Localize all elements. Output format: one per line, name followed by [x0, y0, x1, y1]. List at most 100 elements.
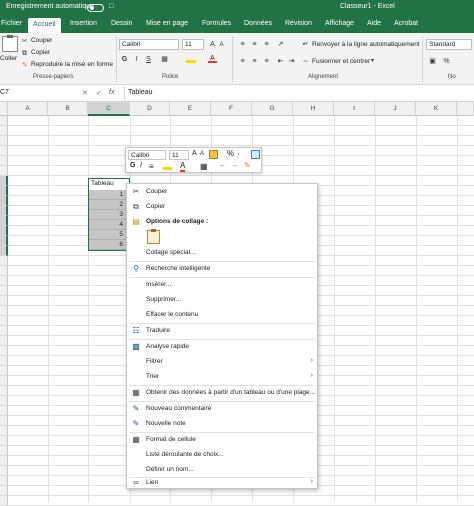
column-header[interactable]: K — [416, 102, 457, 116]
column-header[interactable]: F — [211, 102, 252, 116]
row-header[interactable] — [0, 306, 8, 316]
percent-icon[interactable]: % — [442, 57, 451, 66]
format-painter-button[interactable]: Reproduire la mise en forme — [31, 61, 113, 68]
row-header[interactable] — [0, 496, 8, 506]
row-header[interactable] — [0, 476, 8, 486]
autosave-toggle[interactable] — [87, 4, 104, 12]
fx-icon[interactable]: fx — [109, 89, 114, 96]
font-color-icon[interactable]: A — [180, 161, 186, 172]
row-header[interactable] — [0, 276, 8, 286]
tab-fichier[interactable]: Fichier — [1, 20, 22, 27]
row-header[interactable] — [0, 456, 8, 466]
fill-color-icon[interactable] — [163, 163, 172, 170]
formula-cancel-icon[interactable]: ✕ — [82, 89, 88, 97]
format-painter-icon[interactable]: ✎ — [244, 161, 251, 170]
row-header[interactable] — [0, 326, 8, 336]
row-header[interactable] — [0, 366, 8, 376]
align-left-icon[interactable]: ≡ — [238, 57, 247, 66]
formula-confirm-icon[interactable]: ✓ — [96, 89, 102, 97]
column-header[interactable]: C — [88, 102, 130, 116]
number-format-box[interactable]: Standard — [426, 39, 472, 50]
borders-icon[interactable]: ▦ — [200, 162, 208, 171]
row-header[interactable] — [0, 246, 8, 256]
menu-item-new-note[interactable]: ✎ Nouvelle note — [127, 417, 317, 431]
font-color-icon[interactable]: A — [208, 54, 217, 63]
mini-font-name[interactable]: Calibri — [128, 150, 166, 160]
align-center-icon[interactable]: ≡ — [250, 57, 259, 66]
row-header[interactable] — [0, 466, 8, 476]
currency-format-icon[interactable] — [209, 150, 218, 159]
column-header[interactable]: E — [170, 102, 211, 116]
menu-item-dropdown-list[interactable]: Liste déroulante de choix... — [127, 448, 317, 462]
row-header[interactable] — [0, 116, 8, 126]
menu-item-insert[interactable]: Insérer... — [127, 278, 317, 292]
row-header[interactable] — [0, 256, 8, 266]
row-header[interactable] — [0, 416, 8, 426]
decrease-font-icon[interactable]: A — [217, 41, 226, 50]
menu-item-cut[interactable]: ✂ Couper — [127, 185, 317, 199]
menu-item-translate[interactable]: ☷ Traduire — [127, 324, 317, 338]
increase-indent-icon[interactable]: ⇥ — [287, 57, 296, 66]
decrease-indent-icon[interactable]: ⇤ — [276, 57, 285, 66]
column-header[interactable]: D — [130, 102, 170, 116]
row-header[interactable] — [0, 346, 8, 356]
menu-item-quick-analysis[interactable]: ▩ Analyse rapide — [127, 340, 317, 354]
align-right-icon[interactable]: ≡ — [262, 57, 271, 66]
menu-item-sort[interactable]: Trier › — [127, 370, 317, 384]
row-header[interactable] — [0, 226, 8, 236]
tab-insertion[interactable]: Insertion — [70, 20, 97, 27]
row-header[interactable] — [0, 386, 8, 396]
row-header[interactable] — [0, 426, 8, 436]
row-header[interactable] — [0, 196, 8, 206]
underline-button[interactable]: S — [144, 55, 153, 64]
align-center-icon[interactable]: ≡ — [149, 162, 154, 171]
row-header[interactable] — [0, 206, 8, 216]
menu-item-link[interactable]: ∞ Lien › — [127, 476, 317, 490]
name-box[interactable]: C7 — [0, 89, 40, 96]
column-header[interactable]: I — [334, 102, 375, 116]
thousands-icon[interactable]: ‚ — [238, 150, 239, 156]
tab-revision[interactable]: Révision — [285, 20, 312, 27]
menu-item-define-name[interactable]: Définir un nom... — [127, 463, 317, 477]
decrease-decimal-icon[interactable]: ← — [219, 162, 226, 169]
row-header[interactable] — [0, 336, 8, 346]
row-header[interactable] — [0, 316, 8, 326]
menu-item-smart-lookup[interactable]: ⚲ Recherche intelligente — [127, 262, 317, 276]
currency-icon[interactable]: ▣ — [428, 57, 437, 66]
row-header[interactable] — [0, 446, 8, 456]
row-header[interactable] — [0, 486, 8, 496]
row-header[interactable] — [0, 146, 8, 156]
paste-option-icon[interactable] — [147, 229, 160, 244]
menu-item-format-cells[interactable]: ▦ Format de cellule — [127, 433, 317, 447]
wrap-text-button[interactable]: Renvoyer à la ligne automatiquement — [312, 41, 420, 48]
select-all-corner[interactable] — [0, 102, 8, 116]
format-table-icon[interactable] — [251, 150, 260, 159]
column-header[interactable]: G — [252, 102, 293, 116]
tab-donnees[interactable]: Données — [244, 20, 272, 27]
row-header[interactable] — [0, 406, 8, 416]
cut-button[interactable]: Couper — [31, 37, 52, 44]
tab-affichage[interactable]: Affichage — [325, 20, 354, 27]
menu-item-filter[interactable]: Filtrer › — [127, 355, 317, 369]
row-header[interactable] — [0, 436, 8, 446]
row-header[interactable] — [0, 126, 8, 136]
increase-decimal-icon[interactable]: → — [231, 162, 238, 169]
column-header[interactable]: J — [375, 102, 416, 116]
percent-icon[interactable]: % — [227, 149, 234, 158]
row-header[interactable] — [0, 136, 8, 146]
increase-font-icon[interactable]: A — [192, 150, 197, 157]
row-header[interactable] — [0, 396, 8, 406]
row-header[interactable] — [0, 216, 8, 226]
menu-item-get-data[interactable]: ▦ Obtenir des données à partir d'un tabl… — [127, 386, 317, 400]
row-header[interactable] — [0, 286, 8, 296]
orientation-icon[interactable]: ↗ — [276, 40, 285, 49]
align-middle-icon[interactable]: ≡ — [250, 40, 259, 49]
formula-input[interactable]: Tableau — [128, 89, 153, 96]
paste-button[interactable]: Coller — [0, 55, 17, 62]
mini-italic-button[interactable]: I — [140, 162, 142, 169]
mini-font-size[interactable]: 11 — [169, 150, 189, 160]
row-header[interactable] — [0, 296, 8, 306]
tab-aide[interactable]: Aide — [367, 20, 381, 27]
italic-button[interactable]: I — [132, 55, 141, 64]
mini-bold-button[interactable]: G — [130, 162, 135, 169]
